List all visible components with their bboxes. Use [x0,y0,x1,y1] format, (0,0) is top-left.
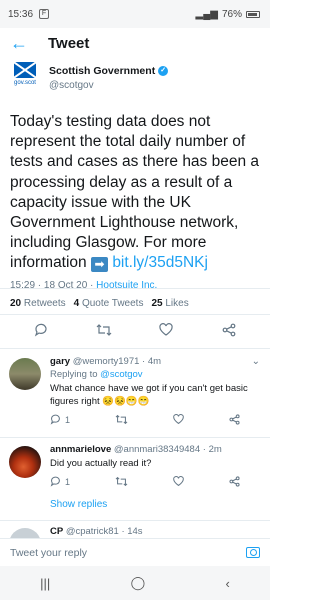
reply-text: What chance have we got if you can't get… [50,383,248,407]
share-button[interactable] [229,476,240,487]
divider [0,314,270,315]
signal-icon: ▂▄▆ [195,8,218,20]
notification-icon: F [39,9,50,19]
battery-icon [246,10,260,18]
tweet-text: Today's testing data does not represent … [10,112,260,274]
show-replies-link[interactable]: Show replies [50,499,260,510]
avatar[interactable] [9,358,41,390]
recent-apps-icon[interactable]: ||| [40,576,50,591]
battery-level: 76% [221,8,242,20]
reply-actions: 1 [50,476,240,487]
retweets-label: Retweets [23,298,66,309]
author-handle: @scotgov [49,80,94,91]
reply-age: · 4m [142,356,162,367]
share-button[interactable] [229,414,240,425]
retweet-button[interactable] [115,476,128,487]
reply-tweet[interactable]: gary @wemorty1971 · 4m ⌄ Replying to @sc… [0,356,270,425]
reply-author-name: gary [50,356,71,367]
right-arrow-emoji-icon: ➡ [91,257,108,273]
share-icon[interactable] [221,322,237,338]
more-options-icon[interactable]: ⌄ [252,356,260,367]
home-icon[interactable]: ◯ [131,575,146,591]
logo-text: gov.scot [14,80,36,86]
quotes-stat[interactable]: 4 Quote Tweets [74,298,144,309]
status-bar: 15:36 F ▂▄▆ 76% [0,0,270,28]
quotes-count: 4 [73,298,80,309]
camera-icon[interactable] [246,547,260,558]
tweet-body: Today's testing data does not represent … [10,113,260,272]
reply-count: 1 [65,476,71,487]
system-nav-bar: ||| ◯ ‹ [0,566,270,600]
reply-header: gary @wemorty1971 · 4m [50,356,260,367]
tweet-link[interactable]: bit.ly/35d5NKj [112,254,208,271]
like-button[interactable] [173,476,184,487]
like-button[interactable] [173,414,184,425]
retweet-button[interactable] [115,414,128,425]
reply-composer[interactable]: Tweet your reply [0,538,270,566]
tweet-author[interactable]: gov.scot Scottish Government ✓ @scotgov [10,62,260,96]
likes-stat[interactable]: 25 Likes [151,298,188,309]
divider [0,288,270,289]
tweet-stats: 20 Retweets 4 Quote Tweets 25 Likes [10,298,189,309]
reply-author-handle: @annmari38349484 [113,444,201,455]
likes-count: 25 [151,298,163,309]
reply-author-handle: @cpatrick81 [65,526,119,537]
reply-button[interactable]: 1 [50,414,70,425]
reply-count: 1 [65,414,71,425]
avatar[interactable] [9,528,41,538]
reply-button[interactable]: 1 [50,476,70,487]
saltire-flag-icon [14,62,36,78]
page-title: Tweet [48,34,90,52]
reply-input[interactable]: Tweet your reply [10,547,87,559]
status-time: 15:36 [8,8,34,20]
tweet-actions [0,322,270,338]
retweet-icon[interactable] [96,322,112,338]
replying-to-handle[interactable]: @scotgov [100,369,142,380]
reply-text: Did you actually read it? [50,458,152,469]
reply-header: CP @cpatrick81 · 14s [50,526,260,537]
replying-to-label: Replying to [50,369,101,380]
retweets-stat[interactable]: 20 Retweets [10,298,66,309]
reply-age: · 14s [121,526,143,537]
quotes-label: Quote Tweets [81,298,144,309]
reply-actions: 1 [50,414,240,425]
back-icon[interactable]: ‹ [225,576,229,591]
divider [0,348,270,349]
author-name: Scottish Government [49,65,156,77]
divider [0,437,270,438]
main-tweet: gov.scot Scottish Government ✓ @scotgov … [0,62,270,291]
app-bar: ← Tweet [0,28,270,58]
avatar[interactable] [9,446,41,478]
replying-to: Replying to @scotgov [50,369,260,380]
reply-header: annmarielove @annmari38349484 · 2m [50,444,260,455]
reply-icon[interactable] [33,322,49,338]
reply-author-handle: @wemorty1971 [72,356,140,367]
back-arrow-icon[interactable]: ← [10,33,30,53]
reply-author-name: annmarielove [50,444,112,455]
likes-label: Likes [165,298,189,309]
reply-author-name: CP [50,526,64,537]
reply-age: · 2m [202,444,222,455]
verified-icon: ✓ [158,66,169,76]
like-icon[interactable] [158,322,174,338]
divider [0,520,270,521]
reply-tweet[interactable]: CP @cpatrick81 · 14s [0,526,270,538]
retweets-count: 20 [10,298,22,309]
avatar[interactable]: gov.scot [10,62,40,92]
reply-tweet[interactable]: annmarielove @annmari38349484 · 2m Did y… [0,444,270,510]
